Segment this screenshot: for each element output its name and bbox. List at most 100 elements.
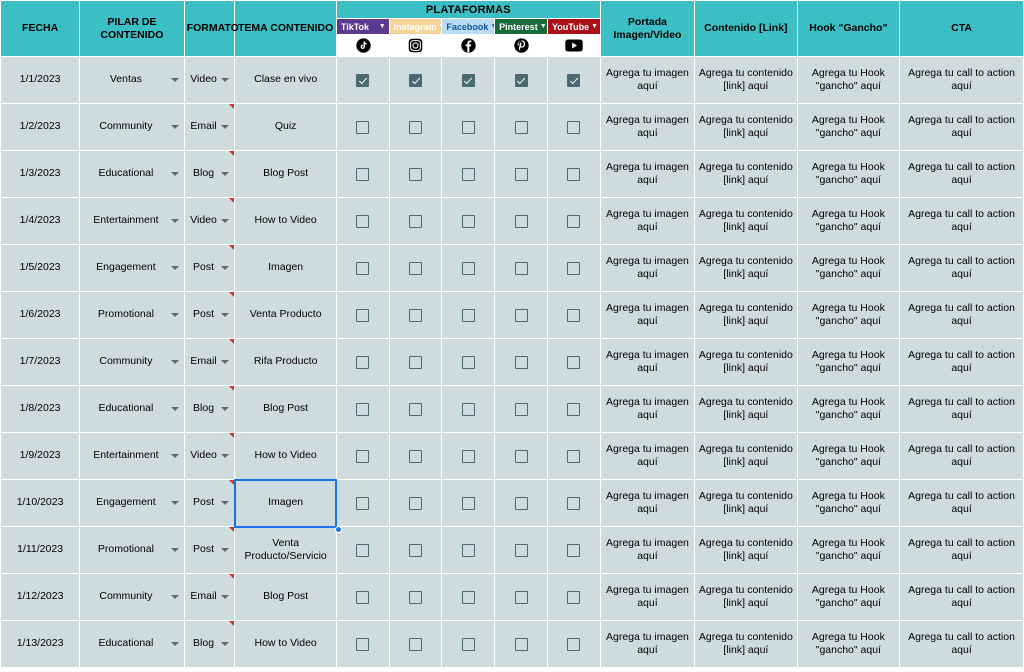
chevron-down-icon[interactable] xyxy=(221,172,230,176)
cell-pilar[interactable]: Community xyxy=(79,573,185,621)
cell-portada[interactable]: Agrega tu imagen aquí xyxy=(599,56,696,104)
checkbox-facebook[interactable] xyxy=(441,338,496,386)
chevron-down-icon[interactable] xyxy=(221,360,230,364)
checkbox-facebook[interactable] xyxy=(441,526,496,574)
cell-tema[interactable]: How to Video xyxy=(234,620,337,668)
cell-portada[interactable]: Agrega tu imagen aquí xyxy=(599,197,696,245)
cell-fecha[interactable]: 1/13/2023 xyxy=(0,620,81,668)
checkbox-tiktok[interactable] xyxy=(335,103,390,151)
chevron-down-icon[interactable] xyxy=(170,454,179,458)
cell-cta[interactable]: Agrega tu call to action aquí xyxy=(899,244,1024,292)
checkbox-pinterest[interactable] xyxy=(494,526,548,574)
checkbox-tiktok[interactable] xyxy=(335,56,390,104)
checkbox-pinterest-box[interactable] xyxy=(514,496,528,510)
cell-contenido[interactable]: Agrega tu contenido [link] aquí xyxy=(694,385,798,433)
cell-hook[interactable]: Agrega tu Hook "gancho" aquí xyxy=(796,197,901,245)
cell-formato[interactable]: Email xyxy=(183,573,236,621)
cell-fecha[interactable]: 1/6/2023 xyxy=(0,291,81,339)
comment-marker-icon[interactable] xyxy=(229,245,235,250)
chevron-down-icon[interactable]: ▼ xyxy=(439,23,442,30)
cell-formato[interactable]: Blog xyxy=(183,150,236,198)
cell-portada[interactable]: Agrega tu imagen aquí xyxy=(599,526,696,574)
cell-portada[interactable]: Agrega tu imagen aquí xyxy=(599,150,696,198)
cell-pilar[interactable]: Promotional xyxy=(79,526,185,574)
cell-contenido[interactable]: Agrega tu contenido [link] aquí xyxy=(694,620,798,668)
checkbox-youtube[interactable] xyxy=(546,385,601,433)
checkbox-tiktok[interactable] xyxy=(335,573,390,621)
cell-portada[interactable]: Agrega tu imagen aquí xyxy=(599,385,696,433)
chevron-down-icon[interactable] xyxy=(170,501,179,505)
checkbox-pinterest-box[interactable] xyxy=(514,214,528,228)
platform-filter-instagram[interactable]: Instagram▼ xyxy=(388,18,443,35)
cell-cta[interactable]: Agrega tu call to action aquí xyxy=(899,479,1024,527)
checkbox-instagram-box[interactable] xyxy=(409,496,423,510)
checkbox-facebook[interactable] xyxy=(441,103,496,151)
chevron-down-icon[interactable] xyxy=(170,125,179,129)
checkbox-instagram-box[interactable] xyxy=(409,590,423,604)
checkbox-tiktok[interactable] xyxy=(335,432,390,480)
cell-contenido[interactable]: Agrega tu contenido [link] aquí xyxy=(694,150,798,198)
chevron-down-icon[interactable] xyxy=(221,407,230,411)
checkbox-tiktok-box[interactable] xyxy=(356,449,370,463)
checkbox-pinterest-box[interactable] xyxy=(514,73,528,87)
chevron-down-icon[interactable] xyxy=(170,360,179,364)
cell-formato[interactable]: Email xyxy=(183,103,236,151)
cell-pilar[interactable]: Educational xyxy=(79,150,185,198)
checkbox-instagram-box[interactable] xyxy=(409,308,423,322)
checkbox-instagram-box[interactable] xyxy=(409,543,423,557)
cell-cta[interactable]: Agrega tu call to action aquí xyxy=(899,385,1024,433)
checkbox-tiktok[interactable] xyxy=(335,385,390,433)
checkbox-tiktok-box[interactable] xyxy=(356,73,370,87)
platform-filter-youtube[interactable]: YouTube ▼ xyxy=(546,18,601,35)
cell-fecha[interactable]: 1/4/2023 xyxy=(0,197,81,245)
checkbox-youtube[interactable] xyxy=(546,291,601,339)
cell-fecha[interactable]: 1/11/2023 xyxy=(0,526,81,574)
checkbox-facebook-box[interactable] xyxy=(461,449,475,463)
checkbox-youtube[interactable] xyxy=(546,479,601,527)
checkbox-youtube-box[interactable] xyxy=(567,637,581,651)
checkbox-tiktok-box[interactable] xyxy=(356,637,370,651)
checkbox-instagram[interactable] xyxy=(388,479,443,527)
checkbox-tiktok-box[interactable] xyxy=(356,590,370,604)
cell-portada[interactable]: Agrega tu imagen aquí xyxy=(599,573,696,621)
checkbox-tiktok[interactable] xyxy=(335,620,390,668)
checkbox-facebook-box[interactable] xyxy=(461,496,475,510)
cell-cta[interactable]: Agrega tu call to action aquí xyxy=(899,338,1024,386)
cell-pilar[interactable]: Educational xyxy=(79,385,185,433)
checkbox-facebook-box[interactable] xyxy=(461,543,475,557)
cell-portada[interactable]: Agrega tu imagen aquí xyxy=(599,291,696,339)
column-header-contenido[interactable]: Contenido [Link] xyxy=(694,0,798,57)
cell-tema[interactable]: Imagen xyxy=(234,479,337,527)
cell-pilar[interactable]: Engagement xyxy=(79,479,185,527)
cell-hook[interactable]: Agrega tu Hook "gancho" aquí xyxy=(796,526,901,574)
checkbox-facebook-box[interactable] xyxy=(461,214,475,228)
checkbox-youtube-box[interactable] xyxy=(567,120,581,134)
checkbox-tiktok-box[interactable] xyxy=(356,261,370,275)
cell-hook[interactable]: Agrega tu Hook "gancho" aquí xyxy=(796,432,901,480)
checkbox-facebook-box[interactable] xyxy=(461,261,475,275)
checkbox-youtube[interactable] xyxy=(546,526,601,574)
checkbox-instagram[interactable] xyxy=(388,244,443,292)
chevron-down-icon[interactable] xyxy=(170,219,179,223)
cell-hook[interactable]: Agrega tu Hook "gancho" aquí xyxy=(796,150,901,198)
checkbox-pinterest-box[interactable] xyxy=(514,355,528,369)
checkbox-facebook-box[interactable] xyxy=(461,590,475,604)
checkbox-instagram-box[interactable] xyxy=(409,120,423,134)
checkbox-facebook[interactable] xyxy=(441,573,496,621)
cell-pilar[interactable]: Community xyxy=(79,103,185,151)
comment-marker-icon[interactable] xyxy=(229,292,235,297)
checkbox-youtube-box[interactable] xyxy=(567,543,581,557)
comment-marker-icon[interactable] xyxy=(229,621,235,626)
checkbox-tiktok-box[interactable] xyxy=(356,355,370,369)
checkbox-instagram-box[interactable] xyxy=(409,73,423,87)
cell-cta[interactable]: Agrega tu call to action aquí xyxy=(899,197,1024,245)
cell-tema[interactable]: How to Video xyxy=(234,197,337,245)
cell-hook[interactable]: Agrega tu Hook "gancho" aquí xyxy=(796,338,901,386)
column-header-fecha[interactable]: FECHA xyxy=(0,0,81,57)
checkbox-pinterest-box[interactable] xyxy=(514,261,528,275)
checkbox-facebook[interactable] xyxy=(441,150,496,198)
cell-fecha[interactable]: 1/1/2023 xyxy=(0,56,81,104)
checkbox-facebook-box[interactable] xyxy=(461,120,475,134)
chevron-down-icon[interactable] xyxy=(170,642,179,646)
checkbox-instagram-box[interactable] xyxy=(409,214,423,228)
